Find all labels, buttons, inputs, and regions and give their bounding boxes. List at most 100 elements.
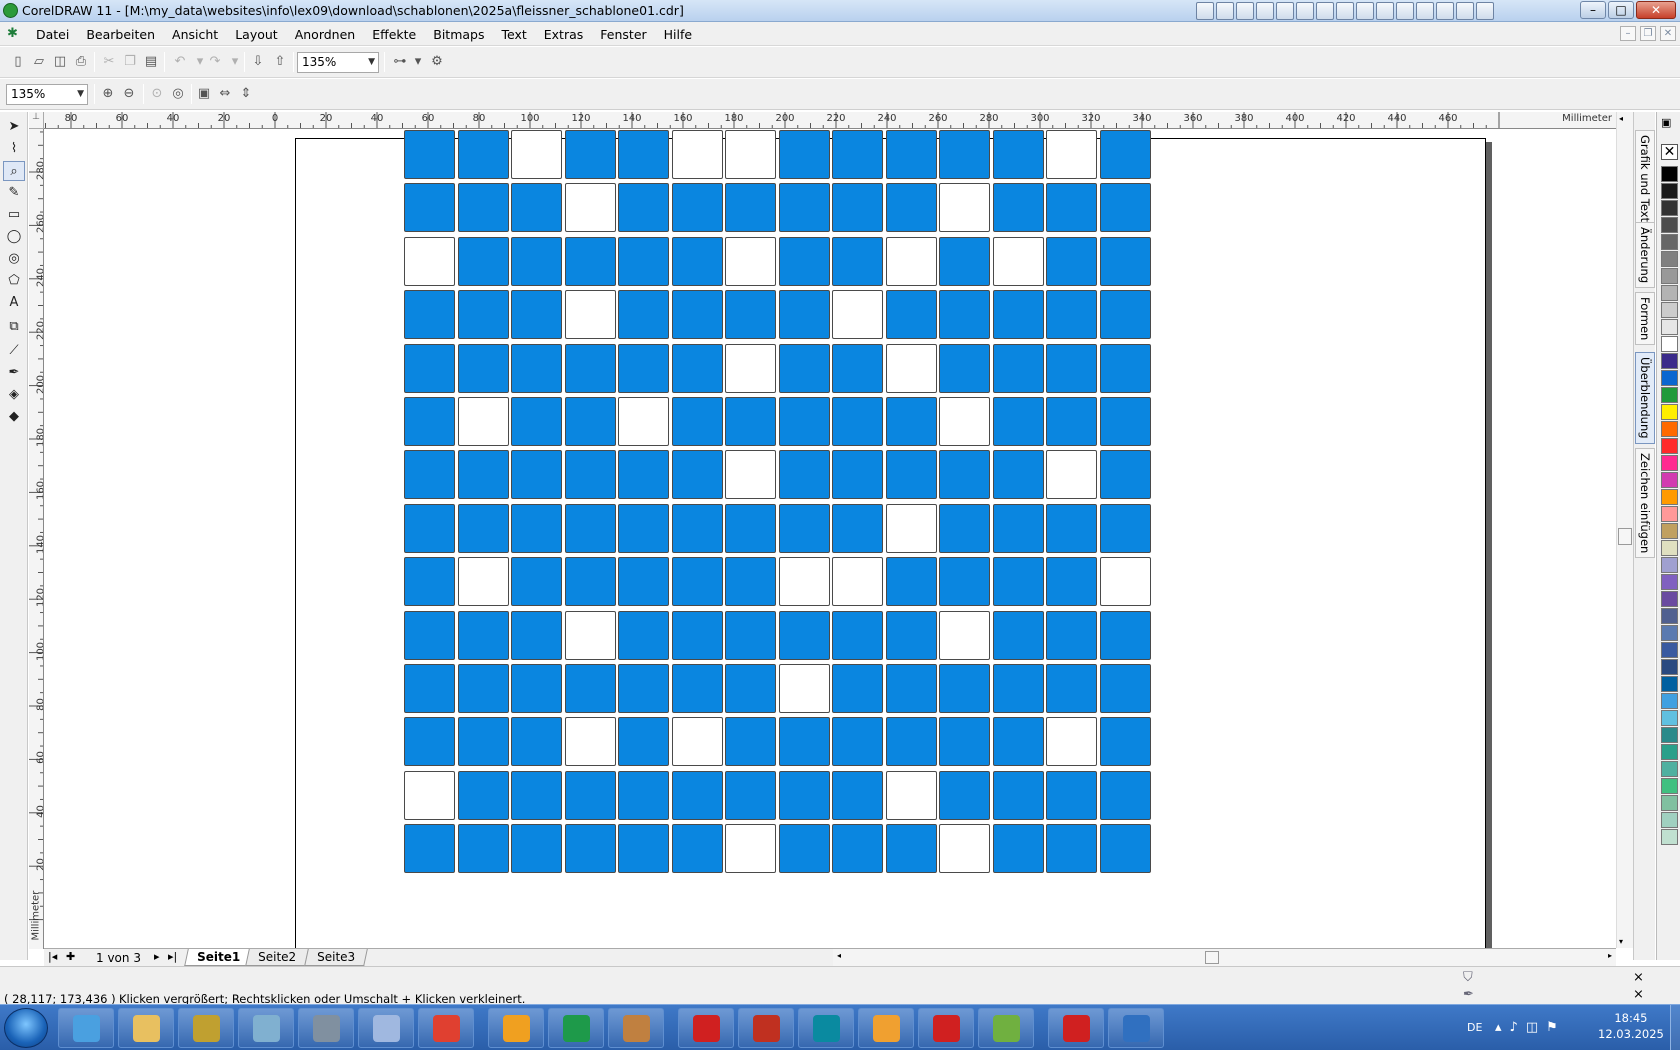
color-swatch[interactable]	[1661, 642, 1678, 658]
fill-tool-icon[interactable]: ◈	[3, 385, 25, 405]
vertical-scrollbar[interactable]: ◂ ▾	[1616, 112, 1633, 948]
filled-square[interactable]	[564, 557, 616, 607]
filled-square[interactable]	[671, 503, 723, 553]
cut-icon[interactable]: ✂	[99, 52, 119, 72]
filled-square[interactable]	[832, 717, 883, 767]
color-swatch[interactable]	[1661, 523, 1678, 539]
filled-square[interactable]	[992, 717, 1044, 767]
filled-square[interactable]	[832, 130, 883, 179]
doc-minimize-button[interactable]: –	[1620, 26, 1636, 41]
filled-square[interactable]	[1099, 183, 1151, 233]
color-swatch[interactable]	[1661, 217, 1678, 233]
empty-square[interactable]	[939, 824, 990, 874]
filled-square[interactable]	[939, 717, 990, 767]
filled-square[interactable]	[939, 343, 990, 393]
palette-options-icon[interactable]: ▣	[1661, 116, 1671, 129]
zoom-out-icon[interactable]: ⊖	[119, 84, 139, 104]
filled-square[interactable]	[778, 397, 830, 446]
filled-square[interactable]	[404, 610, 455, 660]
taskbar-app-meta[interactable]	[918, 1008, 974, 1048]
vertical-scroll-thumb[interactable]	[1618, 528, 1632, 545]
empty-square[interactable]	[1046, 450, 1097, 500]
filled-square[interactable]	[618, 717, 669, 767]
filled-square[interactable]	[832, 610, 883, 660]
filled-square[interactable]	[404, 183, 455, 233]
taskbar-app-painter[interactable]	[608, 1008, 664, 1048]
filled-square[interactable]	[832, 183, 883, 233]
page-tab-seite3[interactable]: Seite3	[304, 949, 368, 966]
plugin-icon[interactable]	[1436, 2, 1454, 20]
color-swatch[interactable]	[1661, 234, 1678, 250]
color-swatch[interactable]	[1661, 710, 1678, 726]
filled-square[interactable]	[618, 130, 669, 179]
filled-square[interactable]	[885, 397, 937, 446]
taskbar-app-settings[interactable]	[178, 1008, 234, 1048]
window-icon[interactable]	[1276, 2, 1294, 20]
filled-square[interactable]	[404, 290, 455, 340]
empty-square[interactable]	[939, 610, 990, 660]
filled-square[interactable]	[1099, 503, 1151, 553]
outlook-icon[interactable]	[1476, 2, 1494, 20]
options-icon[interactable]: ⚙	[427, 52, 447, 72]
color-swatch[interactable]	[1661, 421, 1678, 437]
filled-square[interactable]	[939, 236, 990, 286]
empty-square[interactable]	[725, 450, 776, 500]
horizontal-scrollbar[interactable]: ◂ ▸	[833, 948, 1616, 966]
filled-square[interactable]	[1046, 183, 1097, 233]
filled-square[interactable]	[511, 343, 562, 393]
filled-square[interactable]	[992, 183, 1044, 233]
empty-square[interactable]	[671, 130, 723, 179]
color-swatch[interactable]	[1661, 727, 1678, 743]
interactive-fill-tool-icon[interactable]: ◆	[3, 407, 25, 427]
scroll-left-icon[interactable]: ◂	[837, 951, 841, 960]
filled-square[interactable]	[671, 397, 723, 446]
filled-square[interactable]	[457, 717, 509, 767]
filled-square[interactable]	[1099, 610, 1151, 660]
filled-square[interactable]	[725, 503, 776, 553]
filled-square[interactable]	[778, 236, 830, 286]
menu-layout[interactable]: Layout	[233, 27, 289, 42]
eyedropper-tool-icon[interactable]: ⟋	[3, 341, 25, 361]
filled-square[interactable]	[671, 343, 723, 393]
filled-square[interactable]	[725, 183, 776, 233]
empty-square[interactable]	[511, 130, 562, 179]
text-tool-icon[interactable]: A	[3, 293, 25, 313]
filled-square[interactable]	[1046, 236, 1097, 286]
filled-square[interactable]	[404, 664, 455, 713]
close-button[interactable]: ✕	[1636, 1, 1676, 19]
filled-square[interactable]	[832, 664, 883, 713]
powerpoint-icon[interactable]	[1456, 2, 1474, 20]
filled-square[interactable]	[725, 770, 776, 820]
filled-square[interactable]	[885, 450, 937, 500]
filled-square[interactable]	[618, 503, 669, 553]
zoom-selected-icon[interactable]: ⊙	[147, 84, 167, 104]
color-swatch[interactable]	[1661, 625, 1678, 641]
document-icon[interactable]	[1336, 2, 1354, 20]
filled-square[interactable]	[725, 397, 776, 446]
filled-square[interactable]	[511, 503, 562, 553]
filled-square[interactable]	[564, 236, 616, 286]
filled-square[interactable]	[564, 824, 616, 874]
filled-square[interactable]	[939, 770, 990, 820]
filled-square[interactable]	[618, 824, 669, 874]
docker-tab-ueberblendung[interactable]: Überblendung	[1635, 352, 1655, 444]
horizontal-scroll-thumb[interactable]	[1205, 951, 1219, 964]
access-icon[interactable]	[1416, 2, 1434, 20]
empty-square[interactable]	[457, 557, 509, 607]
color-swatch[interactable]	[1661, 404, 1678, 420]
taskbar-app-arduino[interactable]	[798, 1008, 854, 1048]
filled-square[interactable]	[457, 130, 509, 179]
filled-square[interactable]	[778, 183, 830, 233]
outline-indicator-icon[interactable]: ✒	[1463, 987, 1474, 1002]
color-swatch[interactable]	[1661, 438, 1678, 454]
filled-square[interactable]	[671, 450, 723, 500]
mail-icon[interactable]	[1256, 2, 1274, 20]
zoom-page-icon[interactable]: ▣	[194, 84, 214, 104]
filled-square[interactable]	[992, 503, 1044, 553]
flag-icon[interactable]: ⚑	[1546, 1020, 1566, 1035]
filled-square[interactable]	[1046, 397, 1097, 446]
filled-square[interactable]	[618, 664, 669, 713]
filled-square[interactable]	[778, 503, 830, 553]
empty-square[interactable]	[1099, 557, 1151, 607]
taskbar-app-bitcoin[interactable]	[858, 1008, 914, 1048]
